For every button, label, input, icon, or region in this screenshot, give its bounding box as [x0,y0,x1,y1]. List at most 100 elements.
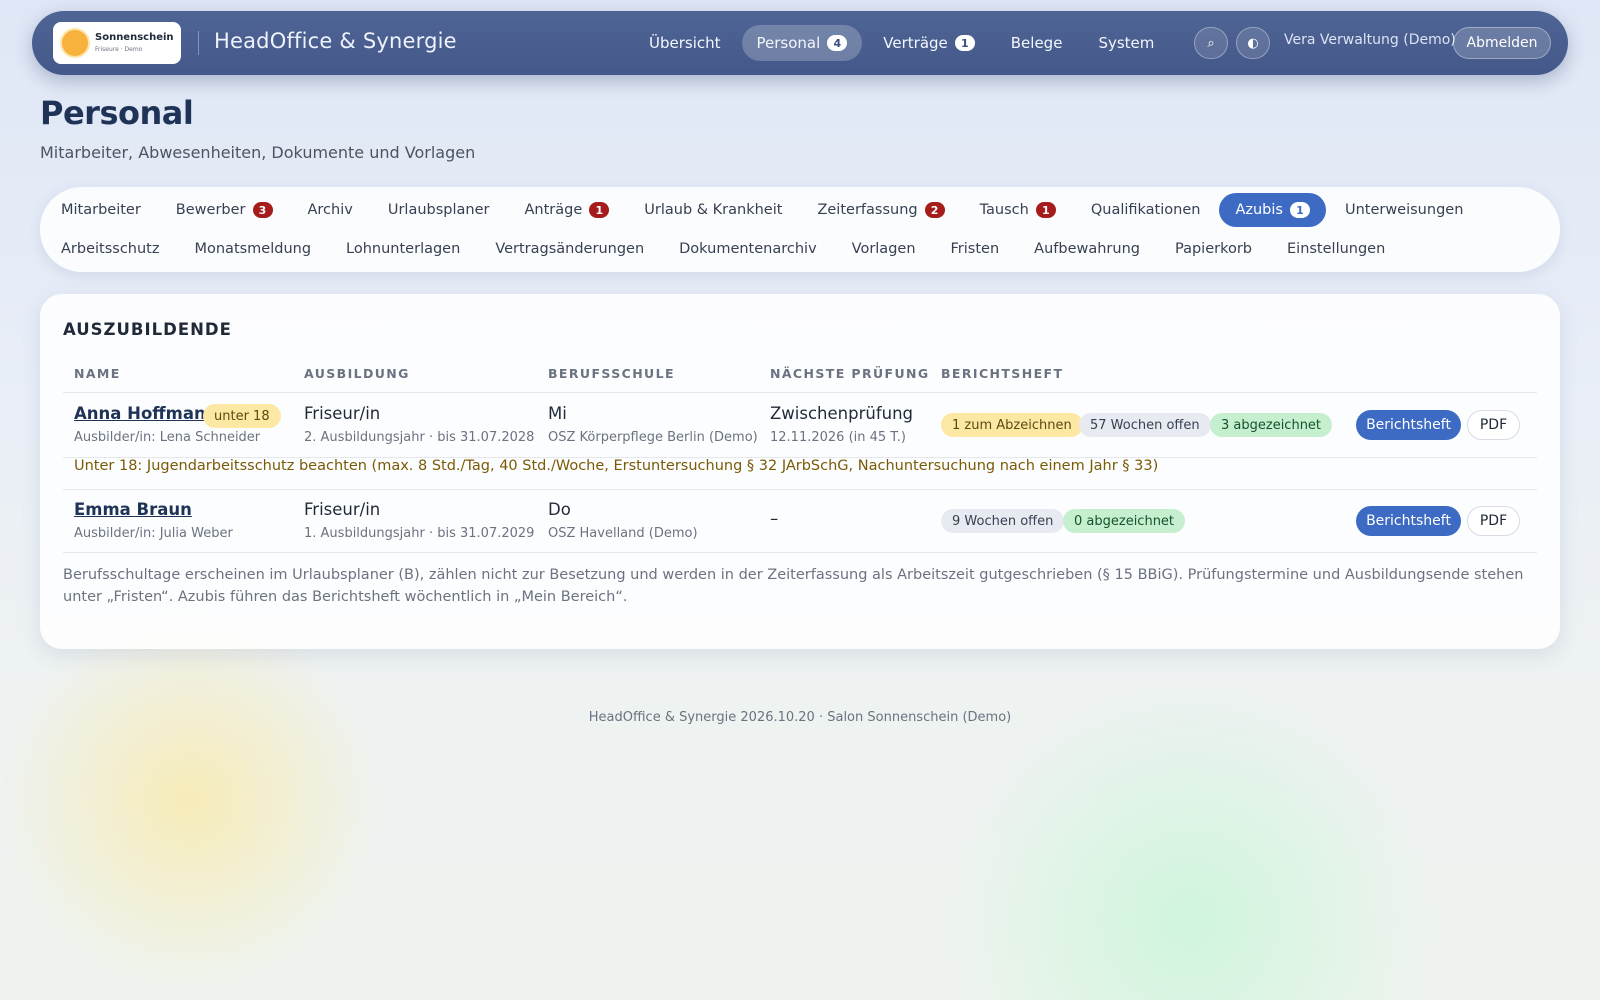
nav-label: Verträge [883,34,948,52]
tab-label: Arbeitsschutz [61,241,160,257]
tab-count-badge: 2 [924,202,945,218]
tab-label: Anträge [524,202,583,218]
current-user: Vera Verwaltung (Demo) [1284,32,1456,48]
brand-divider [198,31,199,55]
tab-label: Papierkorb [1174,241,1252,257]
nav-personal[interactable]: Personal 4 [741,25,863,61]
tab-zeiterfassung[interactable]: Zeiterfassung 2 [801,193,960,227]
page-title: Personal [40,94,194,132]
tab-dokumentenarchiv[interactable]: Dokumentenarchiv [663,232,833,266]
tab-lohnunterlagen[interactable]: Lohnunterlagen [330,232,476,266]
logout-button[interactable]: Abmelden [1453,27,1551,59]
theme-toggle-button[interactable]: ◐ [1236,27,1270,59]
exam-name: – [770,509,779,528]
tab-einstellungen[interactable]: Einstellungen [1271,232,1401,266]
weeks-open-badge: 9 Wochen offen [941,509,1065,533]
tab-label: Zeiterfassung [817,202,918,218]
tab-label: Urlaub & Krankheit [644,202,783,218]
tab-count-badge: 1 [589,202,610,218]
tab-vorlagen[interactable]: Vorlagen [836,232,932,266]
table-divider [63,392,1537,393]
personal-tabs: Mitarbeiter Bewerber 3 Archiv Urlaubsplan… [40,187,1560,272]
tab-label: Aufbewahrung [1034,241,1140,257]
training-year: 1. Ausbildungsjahr · bis 31.07.2029 [304,526,535,541]
info-note: Berufsschultage erscheinen im Urlaubspla… [63,567,1524,605]
school-name: OSZ Havelland (Demo) [548,526,698,541]
tab-label: Archiv [307,202,353,218]
nav-uebersicht[interactable]: Übersicht [634,25,736,61]
tab-row-2: Arbeitsschutz Monatsmeldung Lohnunterlag… [45,232,1404,266]
contrast-icon: ◐ [1247,35,1259,51]
signed-badge: 3 abgezeichnet [1210,413,1333,437]
company-logo[interactable]: Sonnenschein Friseure · Demo [53,22,181,64]
search-button[interactable]: ⌕ [1194,27,1228,59]
tab-urlaubsplaner[interactable]: Urlaubsplaner [372,193,506,227]
tab-papierkorb[interactable]: Papierkorb [1159,232,1268,266]
tab-label: Unterweisungen [1344,202,1464,218]
tab-label: Vertragsänderungen [495,241,645,257]
training-occupation: Friseur/in [304,404,381,423]
tab-label: Bewerber [175,202,246,218]
nav-system[interactable]: System [1083,25,1169,61]
column-header-name: NAME [74,366,121,381]
training-year: 2. Ausbildungsjahr · bis 31.07.2028 [304,430,535,445]
apprentices-card: AUSZUBILDENDE NAME AUSBILDUNG BERUFSSCHU… [40,294,1560,649]
page-subtitle: Mitarbeiter, Abwesenheiten, Dokumente un… [40,143,476,162]
nav-vertraege[interactable]: Verträge 1 [868,25,989,61]
to-sign-badge: 1 zum Abzeichnen [941,413,1083,437]
tab-fristen[interactable]: Fristen [935,232,1016,266]
nav-belege[interactable]: Belege [996,25,1078,61]
school-day: Do [548,500,571,519]
tab-unterweisungen[interactable]: Unterweisungen [1329,193,1479,227]
tab-azubis[interactable]: Azubis 1 [1219,193,1326,227]
page-footer: HeadOffice & Synergie 2026.10.20 · Salon… [588,710,1012,725]
tab-count-badge: 3 [252,202,273,218]
card-title: AUSZUBILDENDE [63,320,232,339]
signed-badge: 0 abgezeichnet [1063,509,1186,533]
table-divider [63,489,1537,490]
tab-label: Dokumentenarchiv [679,241,817,257]
tab-label: Urlaubsplaner [387,202,490,218]
column-header-berufsschule: BERUFSSCHULE [548,366,675,381]
school-day: Mi [548,404,567,423]
tab-count-badge: 1 [1035,202,1056,218]
tab-bewerber[interactable]: Bewerber 3 [160,193,289,227]
apprentice-name-link[interactable]: Anna Hoffmann [74,404,217,423]
tab-aufbewahrung[interactable]: Aufbewahrung [1018,232,1156,266]
trainer-name: Ausbilder/in: Lena Schneider [74,430,261,445]
berichtsheft-button[interactable]: Berichtsheft [1356,410,1461,440]
logo-name: Sonnenschein [95,32,174,43]
tab-label: Vorlagen [851,241,916,257]
tab-mitarbeiter[interactable]: Mitarbeiter [45,193,157,227]
search-icon: ⌕ [1207,35,1215,51]
sun-icon [62,30,88,56]
tab-urlaub-krankheit[interactable]: Urlaub & Krankheit [628,193,798,227]
apprentice-name-link[interactable]: Emma Braun [74,500,192,519]
tab-label: Qualifikationen [1090,202,1201,218]
tab-qualifikationen[interactable]: Qualifikationen [1075,193,1217,227]
tab-archiv[interactable]: Archiv [292,193,369,227]
nav-count-badge: 4 [827,35,848,51]
nav-count-badge: 1 [954,35,975,51]
nav-label: Belege [1010,34,1063,52]
table-divider [63,552,1537,553]
logo-subtitle: Friseure · Demo [95,46,143,53]
berichtsheft-button[interactable]: Berichtsheft [1356,506,1461,536]
main-nav: Übersicht Personal 4 Verträge 1 Belege S… [634,25,1175,61]
column-header-ausbildung: AUSBILDUNG [304,366,410,381]
tab-label: Tausch [979,202,1029,218]
tab-antraege[interactable]: Anträge 1 [508,193,625,227]
tab-tausch[interactable]: Tausch 1 [964,193,1072,227]
exam-name: Zwischenprüfung [770,404,914,423]
top-bar: Sonnenschein Friseure · Demo HeadOffice … [32,11,1568,75]
tab-monatsmeldung[interactable]: Monatsmeldung [178,232,327,266]
weeks-open-badge: 57 Wochen offen [1079,413,1211,437]
trainer-name: Ausbilder/in: Julia Weber [74,526,233,541]
tab-vertragsaenderungen[interactable]: Vertragsänderungen [479,232,660,266]
tab-label: Fristen [950,241,1000,257]
tab-arbeitsschutz[interactable]: Arbeitsschutz [45,232,175,266]
column-header-berichtsheft: BERICHTSHEFT [941,366,1064,381]
pdf-button[interactable]: PDF [1467,410,1520,440]
pdf-button[interactable]: PDF [1467,506,1520,536]
tab-label: Einstellungen [1287,241,1386,257]
